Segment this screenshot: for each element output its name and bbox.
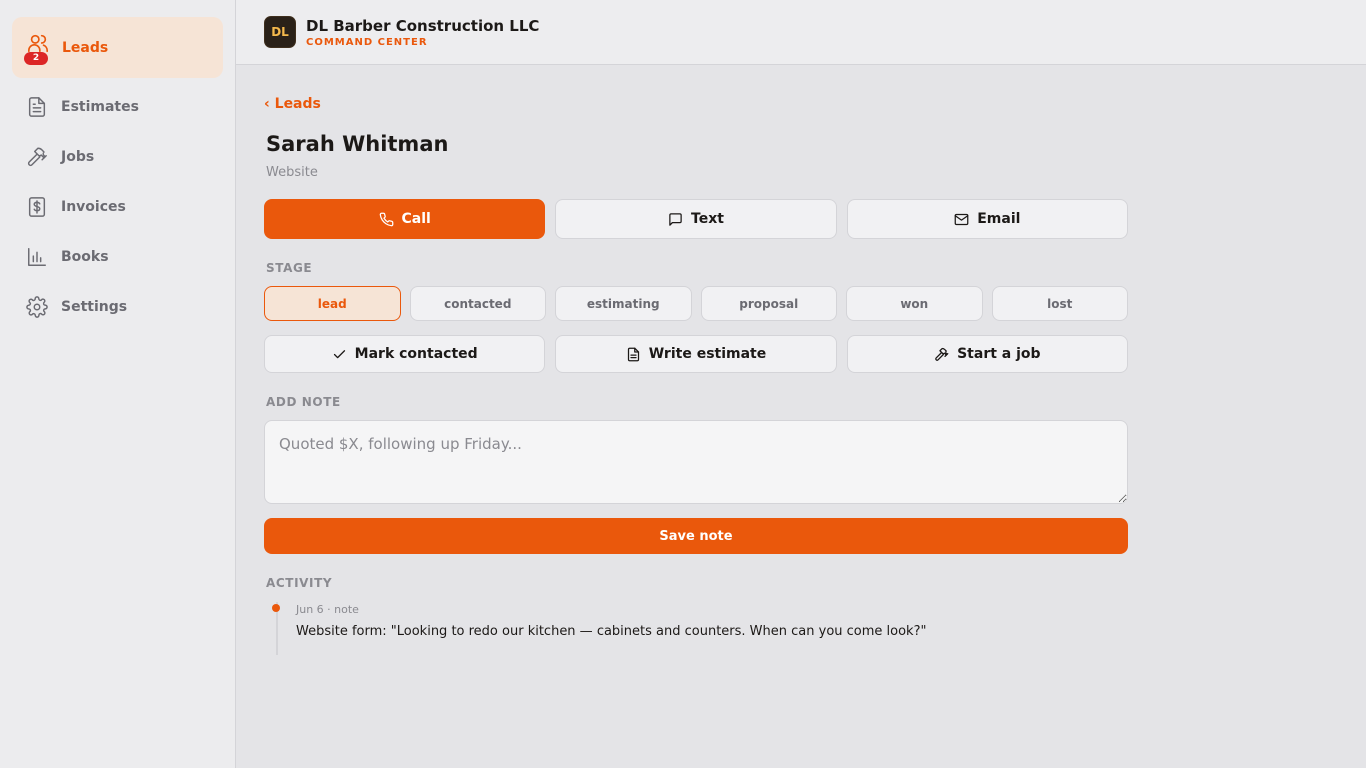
note-input[interactable] [264, 420, 1128, 504]
sidebar-item-settings[interactable]: Settings [12, 286, 223, 328]
activity-label: ACTIVITY [266, 576, 333, 590]
contact-buttons: Call Text Email [264, 199, 1128, 239]
invoice-dollar-icon [26, 196, 48, 218]
email-label: Email [977, 211, 1021, 227]
lead-actions: Mark contacted Write estimate Start a jo… [264, 335, 1128, 373]
lead-source: Website [266, 165, 318, 180]
mark-contacted-label: Mark contacted [354, 346, 478, 362]
stage-proposal[interactable]: proposal [700, 286, 837, 321]
mark-contacted-button[interactable]: Mark contacted [264, 335, 546, 373]
timeline-dot [272, 604, 280, 612]
activity-meta: Jun 6 · note [296, 603, 359, 616]
stage-lost[interactable]: lost [991, 286, 1128, 321]
message-icon [669, 212, 682, 226]
sidebar-item-label: Invoices [61, 199, 126, 215]
start-job-button[interactable]: Start a job [846, 335, 1128, 373]
check-icon [333, 349, 345, 358]
write-estimate-button[interactable]: Write estimate [555, 335, 837, 373]
top-header: DL DL Barber Construction LLC COMMAND CE… [236, 0, 1366, 65]
start-job-label: Start a job [957, 346, 1041, 362]
stage-lead[interactable]: lead [264, 286, 401, 321]
stage-estimating[interactable]: estimating [555, 286, 692, 321]
call-label: Call [401, 211, 431, 227]
sidebar-item-label: Leads [62, 39, 109, 56]
bar-chart-icon [26, 246, 48, 268]
sidebar-item-label: Estimates [61, 99, 139, 115]
phone-icon [379, 212, 393, 226]
sidebar-item-estimates[interactable]: Estimates [12, 86, 223, 128]
document-icon [627, 347, 639, 361]
sidebar-item-books[interactable]: Books [12, 236, 223, 278]
text-button[interactable]: Text [555, 199, 837, 239]
users-icon: 2 [24, 32, 50, 65]
stage-selector: lead contacted estimating proposal won l… [264, 286, 1128, 321]
sidebar-item-leads[interactable]: 2 Leads [12, 17, 223, 78]
mail-icon [954, 213, 969, 225]
save-note-button[interactable]: Save note [264, 518, 1128, 554]
stage-label: STAGE [266, 261, 313, 275]
leads-count-badge: 2 [24, 51, 48, 65]
sidebar-item-invoices[interactable]: Invoices [12, 186, 223, 228]
header-subtitle: COMMAND CENTER [306, 36, 428, 48]
hammer-icon [26, 146, 48, 168]
back-to-leads-link[interactable]: ‹ Leads [264, 96, 321, 112]
sidebar-item-jobs[interactable]: Jobs [12, 136, 223, 178]
text-label: Text [691, 211, 724, 227]
stage-contacted[interactable]: contacted [409, 286, 546, 321]
sidebar-item-label: Books [61, 249, 109, 265]
lead-name: Sarah Whitman [266, 132, 449, 156]
email-button[interactable]: Email [846, 199, 1128, 239]
write-estimate-label: Write estimate [648, 346, 767, 362]
gear-icon [26, 296, 48, 318]
activity-item: Jun 6 · note Website form: "Looking to r… [272, 602, 1116, 655]
document-icon [26, 96, 48, 118]
hammer-icon [935, 347, 949, 361]
company-name: DL Barber Construction LLC [306, 16, 540, 35]
call-button[interactable]: Call [264, 199, 546, 239]
add-note-label: ADD NOTE [266, 395, 341, 409]
sidebar-item-label: Jobs [61, 149, 95, 165]
sidebar: 2 Leads Estimates Jobs Invoices Books Se… [0, 0, 236, 768]
company-logo: DL [264, 16, 296, 48]
sidebar-item-label: Settings [61, 299, 128, 315]
stage-won[interactable]: won [846, 286, 983, 321]
activity-text: Website form: "Looking to redo our kitch… [296, 624, 927, 639]
